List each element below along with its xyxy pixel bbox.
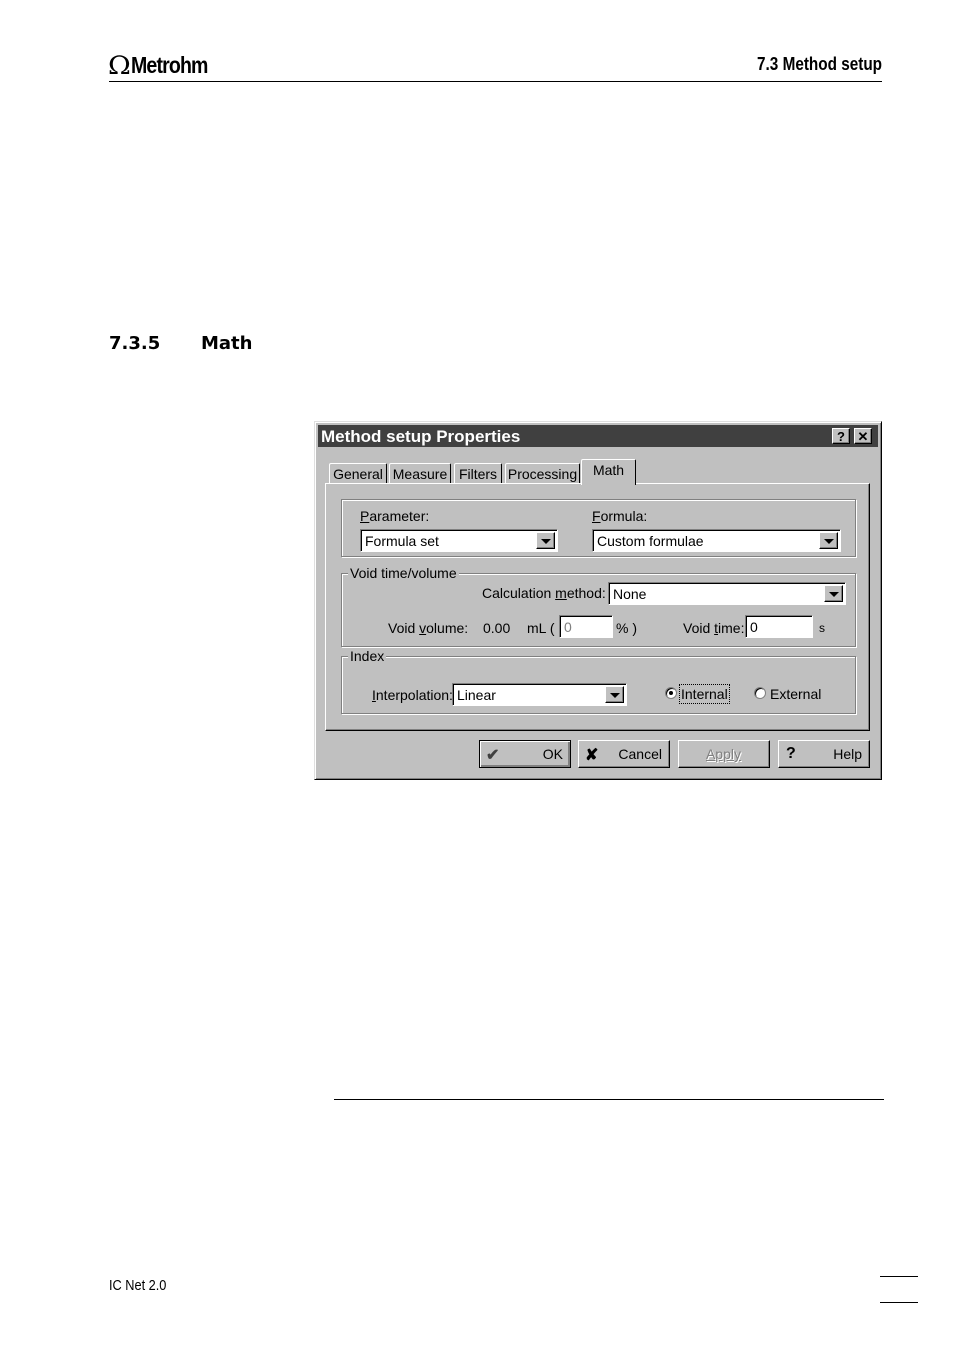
interpolation-select[interactable]: Linear (452, 683, 627, 706)
radio-internal-label[interactable]: Internal (679, 684, 730, 704)
parameter-select[interactable]: Formula set (360, 529, 558, 552)
footnote-rule (334, 1099, 884, 1100)
void-group-legend: Void time/volume (348, 565, 459, 581)
math-tab-panel: Parameter: Formula set Formula: Custom f… (325, 483, 870, 731)
header-rule (109, 81, 882, 82)
calculation-method-label: Calculation method: (482, 585, 606, 601)
parameter-group: Parameter: Formula set Formula: Custom f… (341, 499, 856, 557)
radio-external[interactable] (754, 687, 766, 699)
radio-internal[interactable] (665, 687, 677, 699)
formula-label: Formula: (592, 508, 648, 524)
interpolation-label: Interpolation: (372, 687, 453, 703)
page-number-rule-bottom (880, 1302, 918, 1303)
radio-external-label[interactable]: External (770, 686, 821, 702)
void-volume-label: Void volume: (388, 620, 469, 636)
running-header-section: 7.3 Method setup (757, 54, 882, 74)
void-time-label: Void time: (683, 620, 745, 636)
chevron-down-icon[interactable] (819, 532, 838, 549)
formula-select[interactable]: Custom formulae (592, 529, 841, 552)
dialog-title: Method setup Properties (321, 427, 521, 446)
parameter-label: Parameter: (360, 508, 430, 524)
calculation-method-select[interactable]: None (608, 582, 846, 605)
tab-math[interactable]: Math (581, 459, 636, 485)
void-percent-unit: % ) (616, 620, 637, 636)
tab-general[interactable]: General (329, 463, 387, 484)
void-time-volume-group: Void time/volume Calculation method: Non… (341, 565, 856, 647)
metrohm-logo: Ω Metrohm (107, 51, 221, 80)
help-button[interactable]: ? Help (778, 740, 870, 768)
apply-button[interactable]: Apply (678, 740, 770, 768)
title-bar: Method setup Properties ? ✕ (318, 425, 878, 447)
omega-logo-icon: Ω (107, 51, 131, 80)
ok-button[interactable]: ✔ OK (479, 740, 571, 768)
chevron-down-icon[interactable] (536, 532, 555, 549)
void-time-unit: s (819, 621, 825, 635)
void-volume-unit: mL ( (527, 620, 555, 636)
help-title-button[interactable]: ? (832, 428, 850, 444)
section-title: Math (201, 333, 253, 354)
check-icon: ✔ (486, 747, 500, 764)
cancel-button[interactable]: ✘ Cancel (578, 740, 670, 768)
chevron-down-icon[interactable] (605, 686, 624, 703)
logo-text: Metrohm (130, 52, 208, 78)
question-icon: ? (786, 745, 796, 762)
chevron-down-icon[interactable] (824, 585, 843, 602)
void-time-field[interactable]: 0 (745, 615, 813, 638)
section-number: 7.3.5 (109, 333, 161, 354)
void-volume-value: 0.00 (483, 620, 511, 636)
method-setup-dialog: Method setup Properties ? ✕ General Meas… (314, 421, 882, 780)
close-icon[interactable]: ✕ (854, 428, 872, 444)
void-percent-field[interactable]: 0 (559, 615, 613, 638)
footer-product: IC Net 2.0 (109, 1277, 167, 1294)
tab-measure[interactable]: Measure (389, 463, 451, 484)
index-group-legend: Index (348, 648, 387, 664)
index-group: Index Interpolation: Linear Internal Ext… (341, 648, 856, 714)
tab-processing[interactable]: Processing (505, 463, 580, 484)
tab-filters[interactable]: Filters (454, 463, 502, 484)
page-number-rule-top (880, 1276, 918, 1277)
x-icon: ✘ (585, 747, 599, 764)
